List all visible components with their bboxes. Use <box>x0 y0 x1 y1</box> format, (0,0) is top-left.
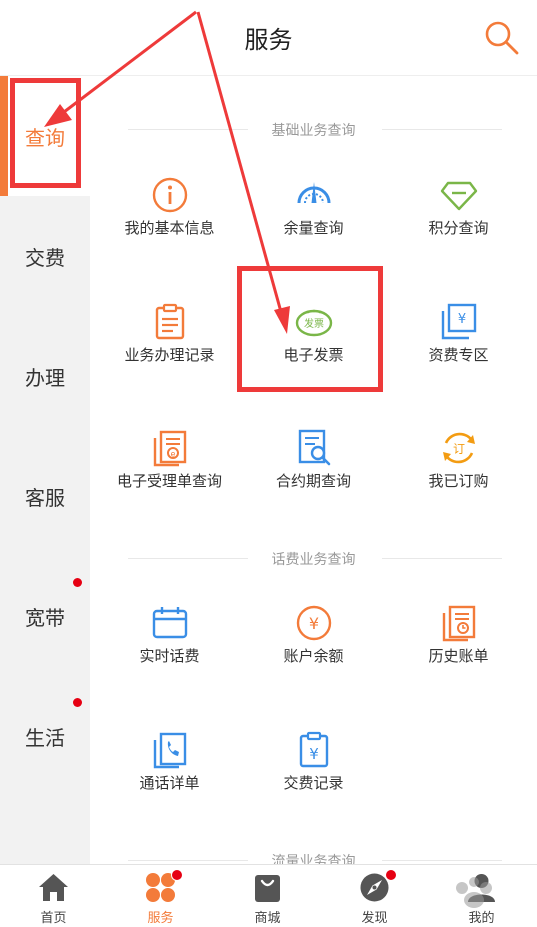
header: 服务 <box>0 0 537 76</box>
watermark-logo <box>456 877 492 908</box>
search-button[interactable] <box>482 18 522 58</box>
svg-text:¥: ¥ <box>309 614 319 633</box>
sidebar-item-life[interactable]: 生活 <box>0 676 90 796</box>
search-icon <box>485 21 519 55</box>
notification-dot <box>73 578 82 587</box>
sidebar: 查询 交费 办理 客服 宽带 生活 <box>0 76 90 864</box>
tile-call-detail[interactable]: 通话详单 <box>97 731 242 841</box>
svg-text:e: e <box>171 450 176 459</box>
sidebar-item-payment[interactable]: 交费 <box>0 196 90 316</box>
sidebar-item-label: 生活 <box>25 726 65 750</box>
tile-points-query[interactable]: 积分查询 <box>386 176 531 286</box>
section-title-fee: 话费业务查询 <box>90 549 537 569</box>
info-icon <box>152 177 188 213</box>
svg-text:¥: ¥ <box>458 312 466 327</box>
call-detail-icon <box>153 732 187 769</box>
payment-record-icon: ¥ <box>299 731 329 768</box>
notification-dot <box>171 869 183 881</box>
tile-basic-info[interactable]: 我的基本信息 <box>97 176 242 286</box>
notification-dot <box>385 869 397 881</box>
history-bill-icon <box>442 605 476 642</box>
gauge-icon <box>297 182 331 204</box>
nav-shop[interactable]: 商城 <box>214 865 321 927</box>
page-title: 服务 <box>244 26 293 54</box>
tile-business-record[interactable]: 业务办理记录 <box>97 303 242 413</box>
tile-realtime-fee[interactable]: 实时话费 <box>97 604 242 714</box>
calendar-icon <box>152 607 188 639</box>
nav-service[interactable]: 服务 <box>107 865 214 927</box>
shop-bag-icon <box>255 875 280 902</box>
tile-history-bill[interactable]: 历史账单 <box>386 604 531 714</box>
sidebar-item-label: 办理 <box>25 366 65 390</box>
clipboard-icon <box>155 303 185 340</box>
sidebar-item-broadband[interactable]: 宽带 <box>0 556 90 676</box>
svg-text:¥: ¥ <box>309 745 319 763</box>
tile-account-balance[interactable]: ¥ 账户余额 <box>241 604 386 714</box>
section-title-data: 流量业务查询 <box>90 851 537 864</box>
sidebar-item-label: 客服 <box>25 486 65 510</box>
sidebar-item-handle[interactable]: 办理 <box>0 316 90 436</box>
tariff-icon: ¥ <box>441 303 477 340</box>
highlight-box-query <box>10 78 81 188</box>
tile-tariff-zone[interactable]: ¥ 资费专区 <box>386 303 531 413</box>
home-icon <box>39 874 68 901</box>
tile-subscribed[interactable]: 订 我已订购 <box>386 429 531 539</box>
tile-e-receipt-query[interactable]: e 电子受理单查询 <box>97 429 242 539</box>
subscribed-icon: 订 <box>443 432 475 464</box>
yuan-circle-icon: ¥ <box>296 605 332 641</box>
nav-home[interactable]: 首页 <box>0 865 107 927</box>
svg-text:订: 订 <box>453 442 465 456</box>
sidebar-item-label: 交费 <box>25 246 65 270</box>
diamond-icon <box>440 181 478 211</box>
highlight-box-invoice <box>237 266 383 392</box>
sidebar-item-label: 宽带 <box>25 606 65 630</box>
notification-dot <box>73 698 82 707</box>
contract-search-icon <box>298 429 331 466</box>
service-grid: 基础业务查询 我的基本信息 余量查询 积分查询 业务办理记录 发票 电子发票 ¥… <box>90 76 537 864</box>
section-title-basic: 基础业务查询 <box>90 120 537 140</box>
receipt-icon: e <box>153 430 187 467</box>
tile-contract-query[interactable]: 合约期查询 <box>241 429 386 539</box>
tile-payment-record[interactable]: ¥ 交费记录 <box>241 731 386 841</box>
sidebar-item-customer-service[interactable]: 客服 <box>0 436 90 556</box>
